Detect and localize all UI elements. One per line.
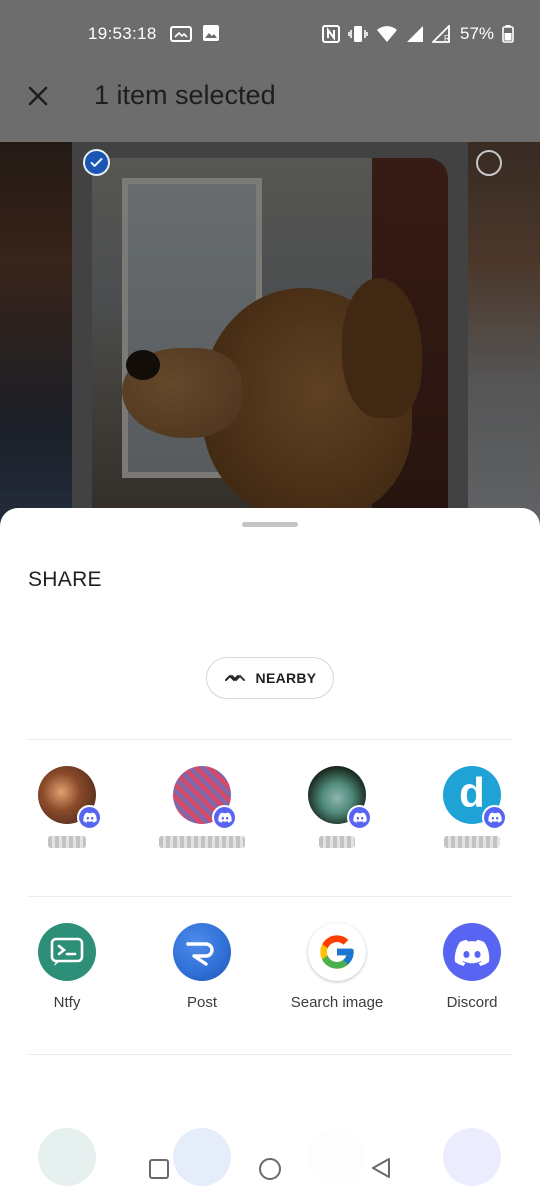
contact-2[interactable] [142,766,262,848]
contact-3[interactable] [277,766,397,848]
battery-percent: 57% [460,24,495,43]
app-targets-row: Ntfy Post Search image Discord [0,923,540,1043]
app-label: Discord [446,994,498,1011]
contact-4[interactable]: d [412,766,532,848]
screenshot-icon [170,26,192,42]
contact-name-redacted [319,836,355,848]
svg-text:R: R [444,34,450,43]
divider [28,896,512,897]
recents-icon[interactable] [149,1159,169,1179]
app-label: Search image [290,994,384,1011]
avatar: d [443,766,507,830]
share-app-ntfy[interactable]: Ntfy [7,923,127,1011]
nfc-icon [322,25,340,43]
signal-icon [407,26,423,42]
avatar [173,766,237,830]
unselected-check-icon[interactable] [476,150,502,176]
home-icon[interactable] [259,1158,281,1180]
signal-roaming-icon: R [432,25,450,43]
status-bar: 19:53:18 R 57% [0,0,540,68]
direct-share-row: d [0,766,540,886]
ntfy-icon [38,923,96,981]
avatar [38,766,102,830]
sheet-drag-handle[interactable] [242,522,298,527]
avatar-letter: d [459,769,485,816]
navigation-bar [0,1140,540,1200]
nearby-share-button[interactable]: NEARBY [206,657,334,699]
divider [28,1054,512,1055]
status-system-icons: R 57% [322,24,514,44]
selection-app-bar: 1 item selected [0,68,540,142]
discord-icon [443,923,501,981]
contact-name-redacted [48,836,86,848]
discord-icon [482,805,507,830]
vibrate-icon [348,26,368,42]
status-time: 19:53:18 [88,24,157,43]
discord-icon [347,805,372,830]
avatar [308,766,372,830]
google-icon [308,923,366,981]
app-label: Ntfy [53,994,81,1011]
discord-icon [77,805,102,830]
discord-icon [212,805,237,830]
share-app-search-image[interactable]: Search image [277,923,397,1011]
contact-1[interactable] [7,766,127,848]
app-label: Post [186,994,217,1011]
nearby-label: NEARBY [255,670,317,686]
back-icon[interactable] [370,1156,392,1180]
selected-check-icon[interactable] [83,149,110,176]
close-icon[interactable] [24,82,52,110]
post-icon [173,923,231,981]
nearby-share-icon [224,674,245,682]
share-app-post[interactable]: Post [142,923,262,1011]
wifi-icon [377,26,397,42]
share-app-discord[interactable]: Discord [412,923,532,1011]
contact-name-redacted [159,836,245,848]
divider [28,739,512,740]
battery-icon [502,25,514,43]
status-notification-icons [170,24,220,44]
share-sheet: SHARE NEARBY d Ntfy Post Search image Di… [0,508,540,1200]
image-icon [203,25,219,41]
selection-title: 1 item selected [94,80,276,110]
contact-name-redacted [444,836,500,848]
share-sheet-title: SHARE [28,568,102,591]
